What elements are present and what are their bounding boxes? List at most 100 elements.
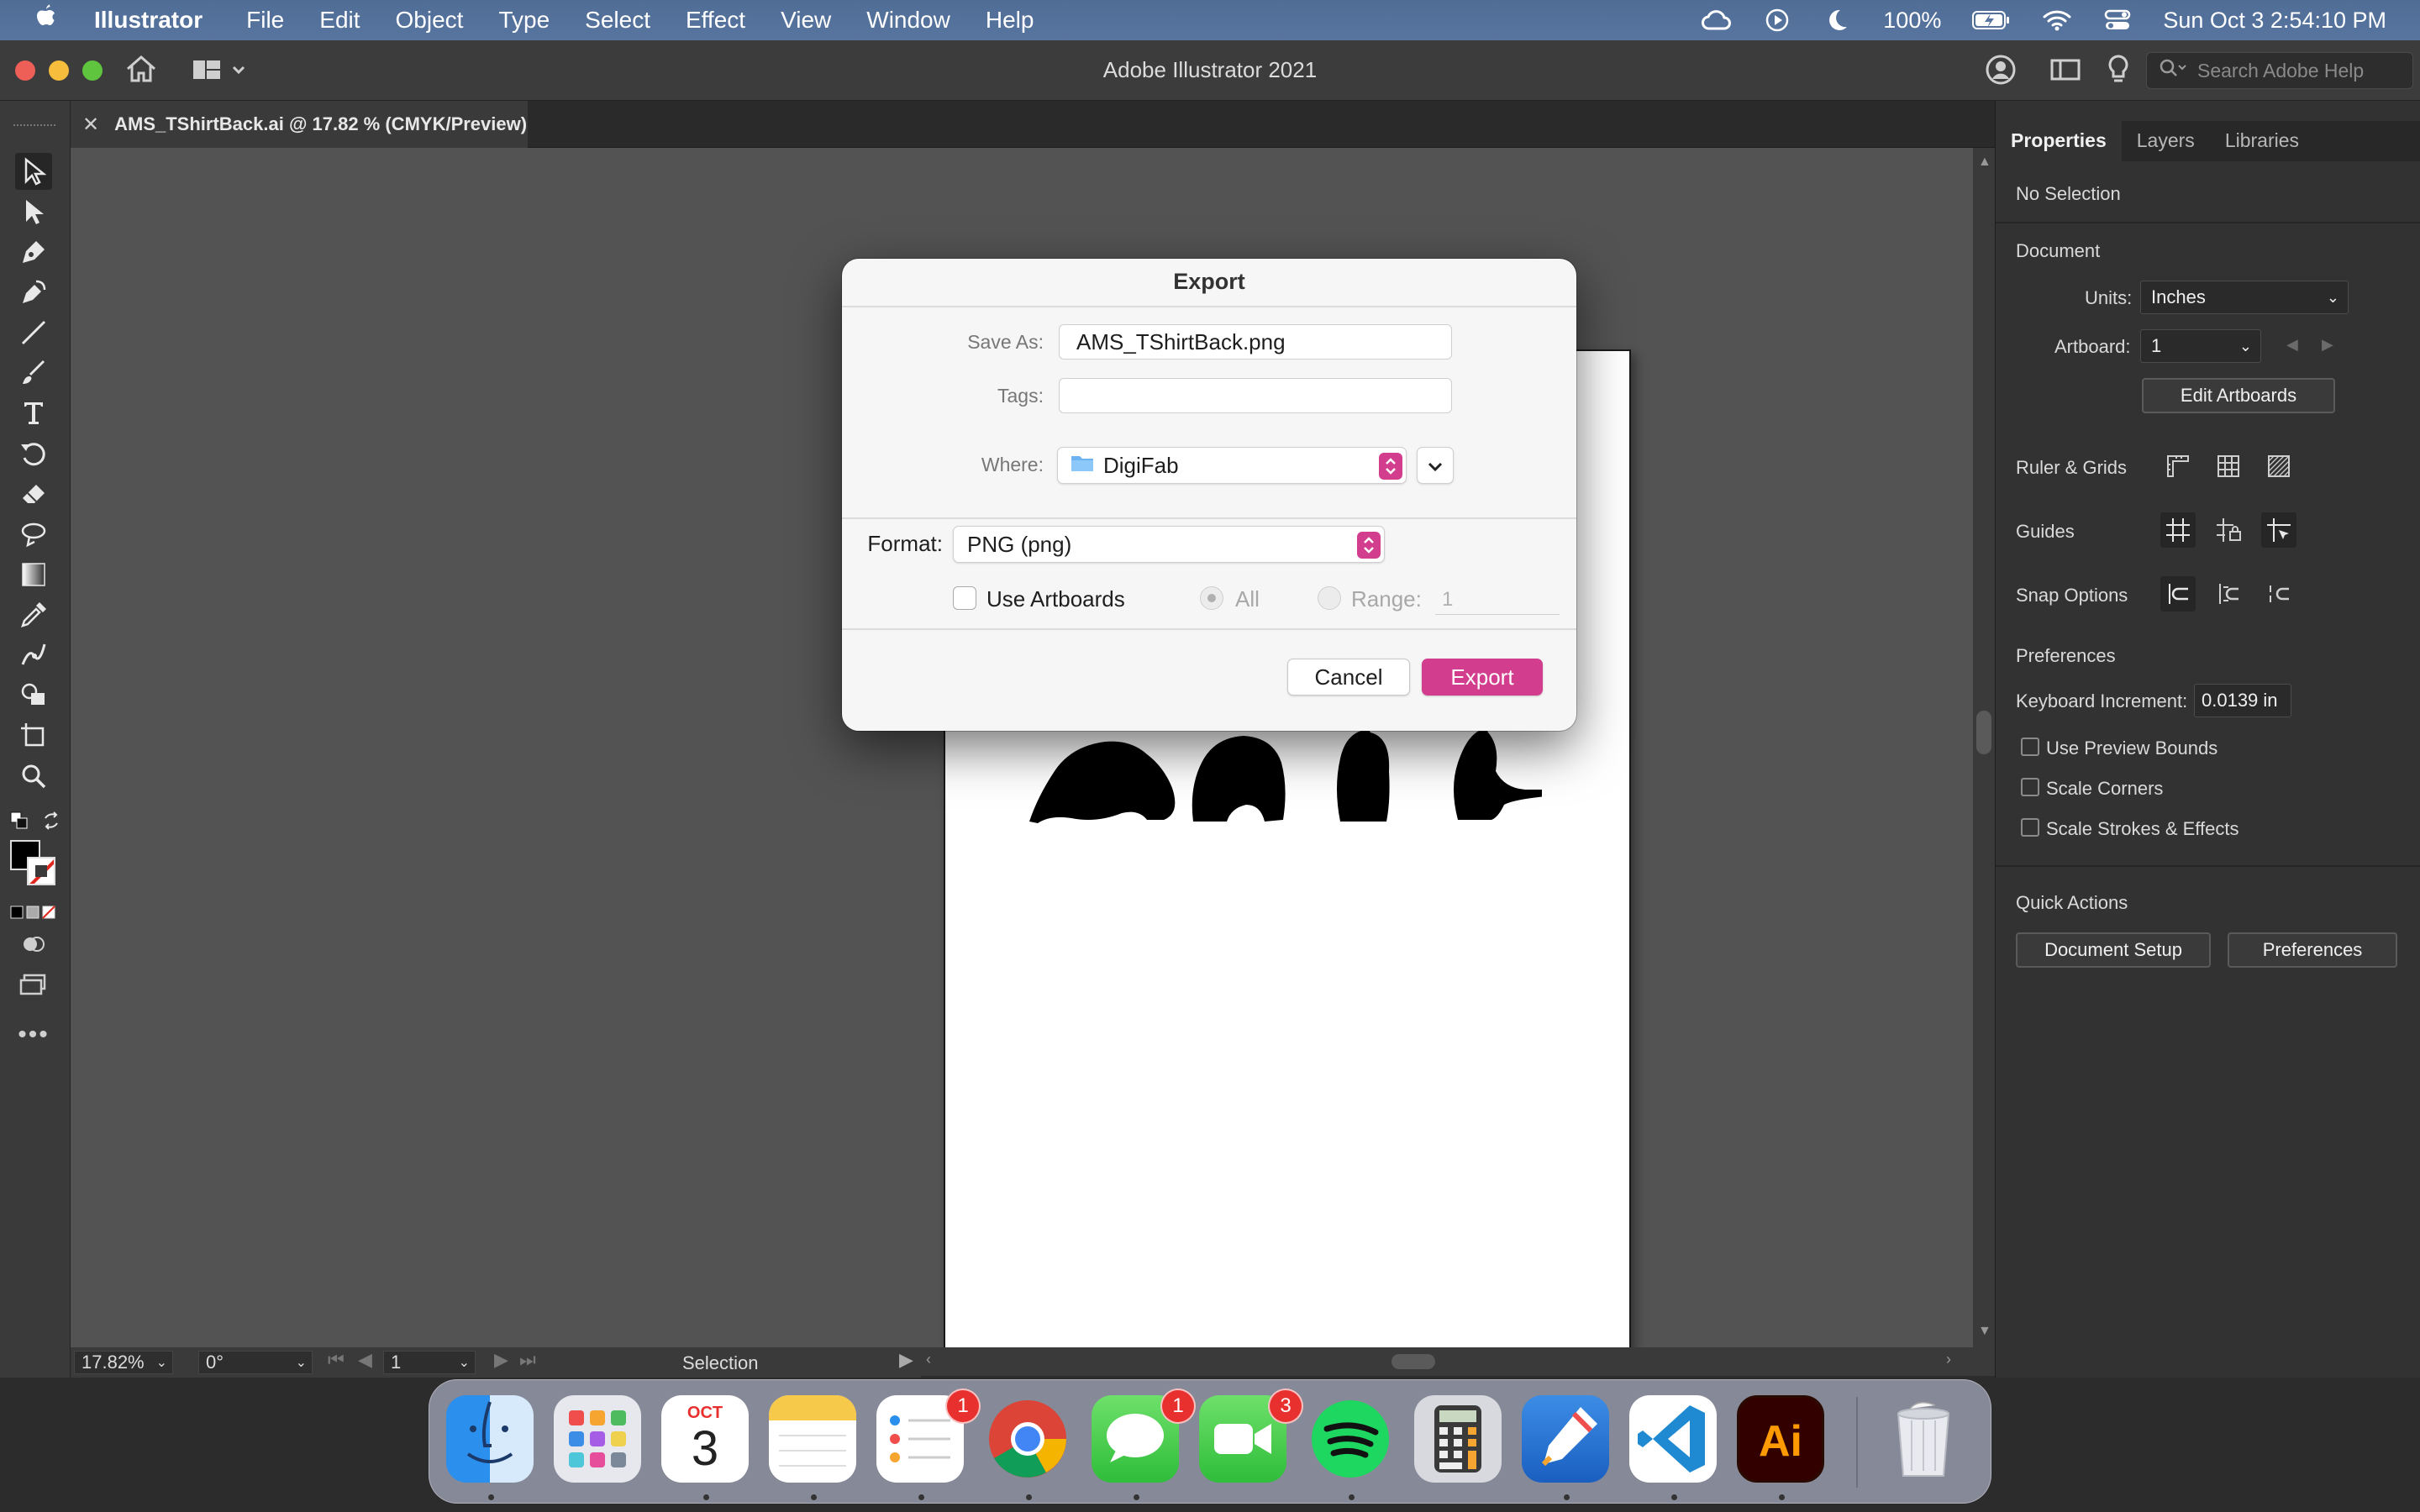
scale-corners-checkbox[interactable] <box>2021 778 2039 796</box>
dock-trash[interactable] <box>1880 1395 1967 1483</box>
use-artboards-checkbox[interactable] <box>953 586 976 610</box>
pen-tool-icon[interactable] <box>15 234 52 270</box>
app-menu-illustrator[interactable]: Illustrator <box>94 7 203 34</box>
rotation-field[interactable]: 0° ⌄ <box>198 1351 313 1374</box>
previous-artboard-icon[interactable]: ◀ <box>358 1349 372 1371</box>
menu-effect[interactable]: Effect <box>686 7 745 34</box>
show-guides-icon[interactable] <box>2160 512 2196 548</box>
preferences-button[interactable]: Preferences <box>2228 932 2397 968</box>
close-tab-icon[interactable]: ✕ <box>82 113 99 137</box>
scroll-left-arrow[interactable]: ‹ <box>926 1351 931 1368</box>
menu-file[interactable]: File <box>246 7 284 34</box>
cat-silhouettes-artwork[interactable] <box>1021 721 1542 830</box>
direct-selection-tool-icon[interactable] <box>15 193 52 230</box>
dock-launchpad[interactable] <box>554 1395 641 1483</box>
status-menu-arrow-icon[interactable]: ▶ <box>899 1349 913 1371</box>
gradient-tool-icon[interactable] <box>15 556 52 593</box>
document-setup-button[interactable]: Document Setup <box>2016 932 2211 968</box>
use-artboards-label[interactable]: Use Artboards <box>986 586 1125 612</box>
grid-icon[interactable] <box>2211 449 2246 484</box>
save-as-input[interactable]: AMS_TShirtBack.png <box>1059 324 1452 360</box>
all-radio[interactable] <box>1200 586 1223 610</box>
eyedropper-tool-icon[interactable] <box>15 596 52 633</box>
shape-builder-tool-icon[interactable] <box>15 677 52 714</box>
color-mode-buttons[interactable] <box>10 906 57 921</box>
range-radio[interactable] <box>1318 586 1341 610</box>
lock-guides-icon[interactable] <box>2211 512 2246 548</box>
toolbar-grip[interactable] <box>13 124 55 129</box>
adobe-help-search[interactable]: Search Adobe Help <box>2146 52 2413 89</box>
vertical-scroll-thumb[interactable] <box>1976 711 1991 754</box>
chevron-down-icon[interactable]: ⌄ <box>459 1354 470 1371</box>
next-artboard-icon[interactable]: ▶ <box>494 1349 508 1371</box>
zoom-level-field[interactable]: 17.82% ⌄ <box>74 1351 173 1374</box>
scroll-right-arrow[interactable]: › <box>1946 1351 1951 1368</box>
swap-fill-stroke-icon[interactable] <box>42 811 60 830</box>
menu-clock[interactable]: Sun Oct 3 2:54:10 PM <box>2163 8 2386 34</box>
scroll-up-arrow[interactable]: ▲ <box>1978 155 1991 170</box>
dock-finder[interactable] <box>446 1395 534 1483</box>
puppet-warp-tool-icon[interactable] <box>15 637 52 674</box>
snap-to-glyph-icon[interactable] <box>2261 576 2296 612</box>
edit-artboards-button[interactable]: Edit Artboards <box>2142 378 2335 413</box>
export-button[interactable]: Export <box>1422 659 1543 696</box>
tags-input[interactable] <box>1059 378 1452 413</box>
artboard-navigation-field[interactable]: 1 ⌄ <box>383 1351 476 1374</box>
paintbrush-tool-icon[interactable] <box>15 354 52 391</box>
rotate-tool-icon[interactable] <box>15 435 52 472</box>
chevron-down-icon[interactable]: ⌄ <box>296 1354 307 1371</box>
previous-artboard-arrow-icon[interactable]: ◀ <box>2286 336 2298 354</box>
menu-type[interactable]: Type <box>498 7 550 34</box>
edit-toolbar-more-icon[interactable]: ••• <box>15 1016 52 1053</box>
dock-notes[interactable] <box>769 1395 856 1483</box>
cancel-button[interactable]: Cancel <box>1287 659 1410 696</box>
type-tool-icon[interactable] <box>15 395 52 432</box>
do-not-disturb-moon-icon[interactable] <box>1823 5 1853 35</box>
menu-object[interactable]: Object <box>396 7 464 34</box>
tab-layers[interactable]: Layers <box>2122 121 2210 161</box>
menu-view[interactable]: View <box>781 7 831 34</box>
play-icon[interactable] <box>1762 5 1792 35</box>
discover-lightbulb-icon[interactable] <box>2106 54 2131 90</box>
transparency-grid-icon[interactable] <box>2261 449 2296 484</box>
document-tab[interactable]: ✕ AMS_TShirtBack.ai @ 17.82 % (CMYK/Prev… <box>71 101 528 148</box>
dock-vscode[interactable] <box>1629 1395 1717 1483</box>
scale-corners-label[interactable]: Scale Corners <box>2046 778 2163 800</box>
dock-design-app[interactable] <box>1522 1395 1609 1483</box>
keyboard-increment-input[interactable]: 0.0139 in <box>2194 684 2291 717</box>
expand-browser-button[interactable] <box>1417 447 1454 484</box>
battery-charging-icon[interactable] <box>1971 5 2012 35</box>
units-select[interactable]: Inches ⌄ <box>2140 281 2349 314</box>
artboard-tool-icon[interactable] <box>15 717 52 754</box>
selection-tool-icon[interactable] <box>15 153 52 190</box>
menu-help[interactable]: Help <box>986 7 1034 34</box>
next-artboard-arrow-icon[interactable]: ▶ <box>2322 336 2333 354</box>
stroke-swatch-none[interactable] <box>27 857 55 885</box>
apple-menu-icon[interactable] <box>34 3 81 37</box>
dock-chrome[interactable] <box>984 1395 1071 1483</box>
scroll-down-arrow[interactable]: ▼ <box>1978 1324 1991 1339</box>
share-user-icon[interactable] <box>1985 54 2017 90</box>
panel-layout-icon[interactable] <box>2050 57 2081 87</box>
default-fill-stroke-icon[interactable] <box>10 811 29 830</box>
eraser-tool-icon[interactable] <box>15 475 52 512</box>
creative-cloud-icon[interactable] <box>1702 5 1732 35</box>
horizontal-scroll-thumb[interactable] <box>1392 1354 1435 1369</box>
format-select[interactable]: PNG (png) <box>953 526 1385 563</box>
menu-edit[interactable]: Edit <box>319 7 360 34</box>
lasso-tool-icon[interactable] <box>15 516 52 553</box>
scale-strokes-effects-checkbox[interactable] <box>2021 818 2039 837</box>
scale-strokes-effects-label[interactable]: Scale Strokes & Effects <box>2046 818 2238 840</box>
menu-window[interactable]: Window <box>866 7 950 34</box>
draw-mode-icon[interactable] <box>15 926 52 963</box>
use-preview-bounds-label[interactable]: Use Preview Bounds <box>2046 738 2217 759</box>
first-artboard-icon[interactable]: ⏮ <box>328 1349 345 1371</box>
where-location-select[interactable]: DigiFab <box>1057 447 1407 484</box>
range-input[interactable]: 1 <box>1435 581 1560 615</box>
dock-illustrator[interactable]: Ai <box>1737 1395 1824 1483</box>
tab-libraries[interactable]: Libraries <box>2210 121 2314 161</box>
wifi-icon[interactable] <box>2042 5 2072 35</box>
artboard-select[interactable]: 1 ⌄ <box>2140 329 2261 363</box>
dock-spotify[interactable] <box>1307 1395 1394 1483</box>
curvature-tool-icon[interactable] <box>15 274 52 311</box>
